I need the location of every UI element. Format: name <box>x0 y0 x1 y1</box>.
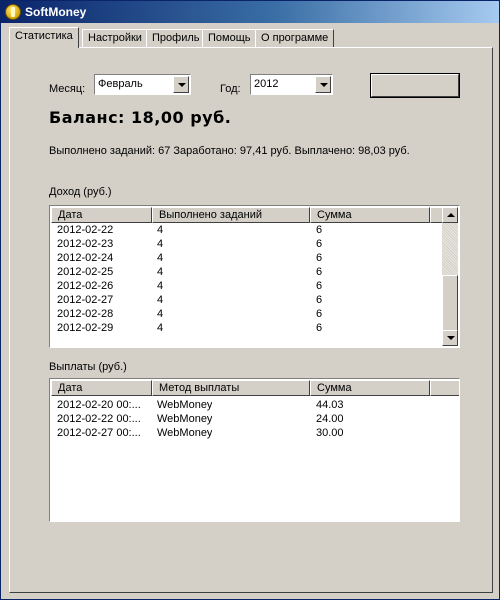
income-cell-tasks: 4 <box>157 252 164 264</box>
income-cell-sum: 6 <box>316 224 323 236</box>
income-cell-date: 2012-02-26 <box>57 280 114 292</box>
payout-cell-date: 2012-02-20 00:... <box>57 399 141 411</box>
tab-profile[interactable]: Профиль <box>146 29 206 47</box>
year-dropdown-button[interactable] <box>315 76 331 93</box>
year-select-value: 2012 <box>254 78 279 90</box>
income-cell-sum: 6 <box>316 252 323 264</box>
app-coin-icon <box>5 4 21 20</box>
month-dropdown-button[interactable] <box>173 76 189 93</box>
income-cell-tasks: 4 <box>157 308 164 320</box>
tab-statistics[interactable]: Статистика <box>9 27 79 48</box>
income-cell-tasks: 4 <box>157 266 164 278</box>
payouts-list[interactable]: Дата Метод выплаты Сумма 2012-02-20 00:.… <box>49 378 460 522</box>
income-cell-tasks: 4 <box>157 294 164 306</box>
month-select-value: Февраль <box>98 78 143 90</box>
income-col-sum[interactable]: Сумма <box>310 207 430 223</box>
income-cell-tasks: 4 <box>157 238 164 250</box>
scroll-up-button[interactable] <box>442 207 458 223</box>
income-list-header: Дата Выполнено заданий Сумма <box>51 207 458 223</box>
scrollbar-thumb[interactable] <box>442 275 458 331</box>
scroll-down-button[interactable] <box>442 330 458 346</box>
summary-text: Выполнено заданий: 67 Заработано: 97,41 … <box>49 145 410 157</box>
income-cell-tasks: 4 <box>157 224 164 236</box>
income-col-tasks[interactable]: Выполнено заданий <box>152 207 310 223</box>
payout-cell-date: 2012-02-27 00:... <box>57 427 141 439</box>
app-window: SoftMoney Статистика Настройки Профиль П… <box>0 0 500 600</box>
payouts-col-filler <box>430 380 459 396</box>
payout-cell-method: WebMoney <box>157 399 213 411</box>
income-cell-date: 2012-02-25 <box>57 266 114 278</box>
title-bar[interactable]: SoftMoney <box>1 1 499 23</box>
income-cell-date: 2012-02-28 <box>57 308 114 320</box>
action-button[interactable] <box>370 73 460 98</box>
income-cell-sum: 6 <box>316 308 323 320</box>
payouts-col-method[interactable]: Метод выплаты <box>152 380 310 396</box>
chevron-up-icon <box>447 213 455 217</box>
chevron-down-icon <box>178 83 186 87</box>
payout-cell-date: 2012-02-22 00:... <box>57 413 141 425</box>
chevron-down-icon <box>447 336 455 340</box>
chevron-down-icon <box>320 83 328 87</box>
payout-cell-sum: 30.00 <box>316 427 344 439</box>
income-cell-sum: 6 <box>316 322 323 334</box>
month-select[interactable]: Февраль <box>94 74 191 95</box>
payout-cell-method: WebMoney <box>157 427 213 439</box>
income-cell-sum: 6 <box>316 266 323 278</box>
income-cell-sum: 6 <box>316 238 323 250</box>
payout-cell-method: WebMoney <box>157 413 213 425</box>
window-title: SoftMoney <box>25 5 87 19</box>
income-cell-date: 2012-02-24 <box>57 252 114 264</box>
year-select[interactable]: 2012 <box>250 74 333 95</box>
income-scrollbar[interactable] <box>442 207 458 346</box>
payouts-col-date[interactable]: Дата <box>51 380 152 396</box>
income-cell-tasks: 4 <box>157 322 164 334</box>
income-cell-date: 2012-02-23 <box>57 238 114 250</box>
income-cell-date: 2012-02-29 <box>57 322 114 334</box>
income-cell-tasks: 4 <box>157 280 164 292</box>
payouts-label: Выплаты (руб.) <box>49 361 127 373</box>
income-cell-date: 2012-02-27 <box>57 294 114 306</box>
payouts-col-sum[interactable]: Сумма <box>310 380 430 396</box>
payout-cell-sum: 24.00 <box>316 413 344 425</box>
income-cell-date: 2012-02-22 <box>57 224 114 236</box>
tab-about[interactable]: О программе <box>255 29 335 47</box>
income-cell-sum: 6 <box>316 280 323 292</box>
year-label: Год: <box>220 83 241 95</box>
income-list[interactable]: Дата Выполнено заданий Сумма 2012-02-22 … <box>49 205 460 348</box>
income-label: Доход (руб.) <box>49 186 112 198</box>
payouts-list-header: Дата Метод выплаты Сумма <box>51 380 459 396</box>
balance-text: Баланс: 18,00 руб. <box>49 108 232 127</box>
payout-cell-sum: 44.03 <box>316 399 344 411</box>
income-cell-sum: 6 <box>316 294 323 306</box>
income-col-date[interactable]: Дата <box>51 207 152 223</box>
month-label: Месяц: <box>49 83 86 95</box>
tab-help[interactable]: Помощь <box>202 29 257 47</box>
tab-settings[interactable]: Настройки <box>82 29 148 47</box>
